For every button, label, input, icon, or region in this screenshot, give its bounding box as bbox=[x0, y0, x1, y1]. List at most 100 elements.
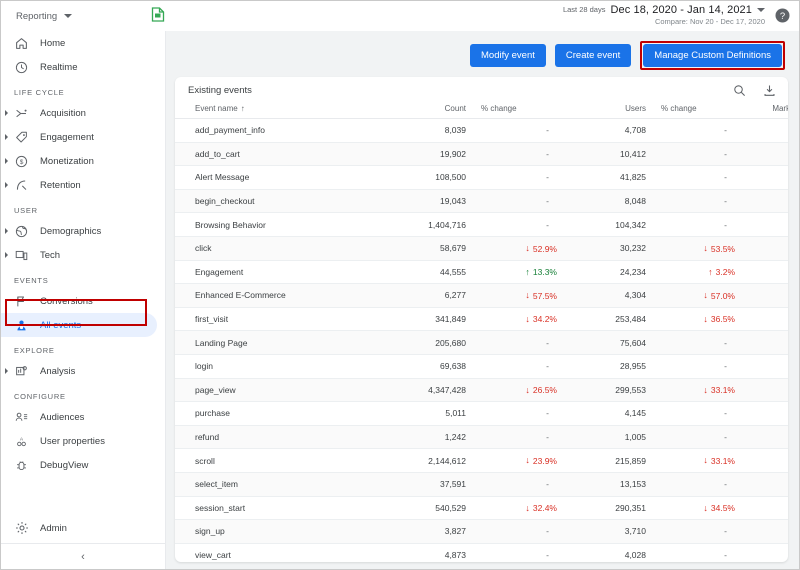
table-row[interactable]: Enhanced E-Commerce 6,277 ↓ 57.5% 4,304 ↓ 57.0… bbox=[175, 283, 788, 308]
create-event-button[interactable]: Create event bbox=[554, 44, 632, 67]
cell-event-name: add_payment_info bbox=[175, 118, 387, 143]
cell-mark-as-conversion bbox=[749, 283, 788, 308]
cell-users-change: - bbox=[659, 189, 749, 214]
sidebar-item-monetization[interactable]: $ Monetization bbox=[1, 149, 165, 173]
column-header-count-change[interactable]: % change bbox=[479, 104, 571, 119]
sidebar-item-demographics[interactable]: Demographics bbox=[1, 219, 165, 243]
events-table-body: add_payment_info 8,039 - 4,708 - add_to_cart 1… bbox=[175, 118, 788, 562]
table-row[interactable]: first_visit 341,849 ↓ 34.2% 253,484 ↓ 36.5% bbox=[175, 307, 788, 332]
sidebar-item-realtime[interactable]: Realtime bbox=[1, 55, 165, 79]
sidebar-item-label: Retention bbox=[40, 179, 81, 191]
events-table: Event name ↑ Count % change Users % chang… bbox=[175, 104, 788, 562]
sidebar-item-all-events[interactable]: All events bbox=[1, 313, 157, 337]
sidebar-item-conversions[interactable]: Conversions bbox=[1, 289, 165, 313]
cell-count: 44,555 bbox=[387, 260, 479, 285]
cell-count: 19,902 bbox=[387, 142, 479, 167]
count-change-value: 13.3% bbox=[532, 267, 557, 278]
sidebar-item-audiences[interactable]: Audiences bbox=[1, 405, 165, 429]
arrow-up-icon: ↑ bbox=[708, 266, 713, 277]
table-row[interactable]: sign_up 3,827 - 3,710 - bbox=[175, 519, 788, 544]
download-icon[interactable] bbox=[761, 83, 777, 99]
dollar-circle-icon: $ bbox=[14, 154, 29, 169]
table-row[interactable]: add_payment_info 8,039 - 4,708 - bbox=[175, 118, 788, 143]
table-row[interactable]: scroll 2,144,612 ↓ 23.9% 215,859 ↓ 33.1% bbox=[175, 448, 788, 473]
sidebar-item-label: Acquisition bbox=[40, 107, 86, 119]
table-row[interactable]: purchase 5,011 - 4,145 - bbox=[175, 401, 788, 426]
table-row[interactable]: login 69,638 - 28,955 - bbox=[175, 354, 788, 379]
table-row[interactable]: select_item 37,591 - 13,153 - bbox=[175, 472, 788, 497]
users-value: 215,859 bbox=[615, 455, 646, 466]
count-value: 205,680 bbox=[435, 337, 466, 348]
users-value: 30,232 bbox=[620, 243, 646, 254]
cell-mark-as-conversion bbox=[749, 189, 788, 214]
sidebar-item-debugview[interactable]: DebugView bbox=[1, 453, 165, 477]
table-row[interactable]: begin_checkout 19,043 - 8,048 - bbox=[175, 189, 788, 214]
sidebar-item-retention[interactable]: Retention bbox=[1, 173, 165, 197]
count-change: - bbox=[546, 408, 549, 419]
sidebar-item-label: All events bbox=[40, 319, 82, 331]
sidebar-item-admin[interactable]: Admin bbox=[1, 516, 165, 540]
sidebar-item-user-properties[interactable]: A User properties bbox=[1, 429, 165, 453]
users-value: 28,955 bbox=[620, 361, 646, 372]
column-header-label: Event name bbox=[195, 104, 238, 113]
count-value: 341,849 bbox=[435, 314, 466, 325]
manage-custom-definitions-button[interactable]: Manage Custom Definitions bbox=[643, 44, 782, 67]
count-change: ↓ 23.9% bbox=[479, 456, 571, 466]
count-change: ↓ 57.5% bbox=[479, 291, 571, 301]
column-header-count[interactable]: Count bbox=[387, 104, 479, 119]
acquisition-arrow-icon bbox=[14, 106, 29, 121]
table-row[interactable]: add_to_cart 19,902 - 10,412 - bbox=[175, 142, 788, 167]
users-value: 75,604 bbox=[620, 337, 646, 348]
table-row[interactable]: Browsing Behavior 1,404,716 - 104,342 - bbox=[175, 212, 788, 237]
table-row[interactable]: session_start 540,529 ↓ 32.4% 290,351 ↓ 34.5% bbox=[175, 496, 788, 521]
cell-count-change: - bbox=[479, 330, 571, 355]
sidebar-section-explore: EXPLORE bbox=[14, 346, 55, 355]
cell-count: 4,873 bbox=[387, 543, 479, 562]
table-row[interactable]: click 58,679 ↓ 52.9% 30,232 ↓ 53.5% bbox=[175, 236, 788, 261]
table-row[interactable]: refund 1,242 - 1,005 - bbox=[175, 425, 788, 450]
cell-count-change: ↓ 34.2% bbox=[479, 307, 571, 332]
cell-users-change: - bbox=[659, 212, 749, 237]
sidebar-item-acquisition[interactable]: Acquisition bbox=[1, 101, 165, 125]
table-row[interactable]: Landing Page 205,680 - 75,604 - bbox=[175, 330, 788, 355]
table-row[interactable]: Alert Message 108,500 - 41,825 - bbox=[175, 165, 788, 190]
cell-count: 69,638 bbox=[387, 354, 479, 379]
cell-count: 3,827 bbox=[387, 519, 479, 544]
users-change: ↓ 57.0% bbox=[659, 291, 749, 301]
table-row[interactable]: view_cart 4,873 - 4,028 - bbox=[175, 543, 788, 562]
date-range-selector[interactable]: Last 28 days Dec 18, 2020 - Jan 14, 2021… bbox=[563, 4, 765, 26]
sidebar-item-label: Analysis bbox=[40, 365, 76, 377]
svg-text:$: $ bbox=[20, 159, 24, 166]
sidebar-item-label: Realtime bbox=[40, 61, 78, 73]
search-icon[interactable] bbox=[731, 83, 747, 99]
sidebar-item-label: Admin bbox=[40, 522, 67, 534]
sort-ascending-icon: ↑ bbox=[240, 104, 245, 113]
table-row[interactable]: page_view 4,347,428 ↓ 26.5% 299,553 ↓ 33.1% bbox=[175, 378, 788, 403]
cell-count: 205,680 bbox=[387, 330, 479, 355]
users-change-value: 57.0% bbox=[710, 290, 735, 301]
cell-event-name: Browsing Behavior bbox=[175, 212, 387, 237]
column-header-users[interactable]: Users bbox=[571, 104, 659, 119]
sidebar-item-home[interactable]: Home bbox=[1, 31, 165, 55]
date-chevron-down-icon bbox=[757, 8, 765, 13]
users-change: ↓ 36.5% bbox=[659, 314, 749, 324]
count-change: - bbox=[546, 337, 549, 348]
devices-icon bbox=[14, 248, 29, 263]
modify-event-button[interactable]: Modify event bbox=[470, 44, 546, 67]
help-circle-icon[interactable]: ? bbox=[775, 8, 790, 23]
sidebar-item-analysis[interactable]: Analysis bbox=[1, 359, 165, 383]
sidebar-item-tech[interactable]: Tech bbox=[1, 243, 165, 267]
sidebar-item-engagement[interactable]: Engagement bbox=[1, 125, 165, 149]
cell-users: 253,484 bbox=[571, 307, 659, 332]
sidebar-footer: ‹ bbox=[1, 543, 165, 569]
cell-count: 19,043 bbox=[387, 189, 479, 214]
column-header-users-change[interactable]: % change bbox=[659, 104, 749, 119]
table-header-row: Event name ↑ Count % change Users % chang… bbox=[175, 104, 788, 119]
column-header-event-name[interactable]: Event name ↑ bbox=[175, 104, 387, 119]
chevron-left-icon[interactable]: ‹ bbox=[81, 551, 85, 563]
cell-users: 75,604 bbox=[571, 330, 659, 355]
count-change: - bbox=[546, 148, 549, 159]
insights-document-icon[interactable] bbox=[151, 7, 165, 27]
table-row[interactable]: Engagement 44,555 ↑ 13.3% 24,234 ↑ 3.2% bbox=[175, 260, 788, 285]
product-selector[interactable]: Reporting bbox=[16, 11, 73, 22]
